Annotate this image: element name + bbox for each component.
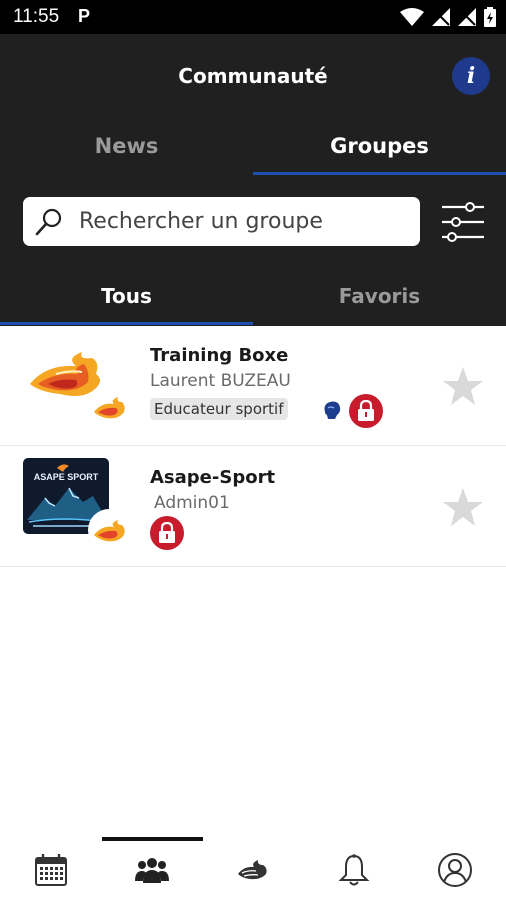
nav-notifications[interactable] [303,850,404,890]
status-bar: 11:55 P [0,0,506,34]
subtab-tous[interactable]: Tous [0,284,253,308]
search-input[interactable] [79,197,409,246]
favorite-star-icon[interactable] [442,487,484,527]
tab-active-indicator [253,172,506,175]
groups-icon [134,858,169,883]
group-row-asape-sport[interactable]: ASAPE SPORT Asape-Sport Admin01 [0,447,506,567]
group-name: Training Boxe [150,345,289,366]
filter-sliders-icon[interactable] [440,199,486,245]
tab-groupes[interactable]: Groupes [253,134,506,158]
wifi-icon [400,8,424,26]
subtab-active-indicator [0,322,253,325]
battery-icon [484,7,496,27]
profile-icon [437,853,472,887]
brand-flame-icon [94,520,125,542]
nav-profile[interactable] [404,850,505,890]
brand-flame-icon [94,397,125,419]
nav-active-indicator [102,837,203,841]
lock-icon [349,394,383,428]
nav-calendar[interactable] [0,850,101,890]
nav-groups[interactable] [101,850,202,890]
boxing-glove-icon [324,401,341,419]
brand-logo-icon [237,860,267,880]
calendar-icon [34,854,67,886]
group-row-training-boxe[interactable]: Training Boxe Laurent BUZEAU Educateur s… [0,326,506,446]
search-box[interactable] [23,197,420,246]
favorite-star-icon[interactable] [442,366,484,406]
info-button[interactable]: i [452,57,490,95]
tab-news[interactable]: News [0,134,253,158]
notification-icon: P [78,6,91,26]
role-tag: Educateur sportif [150,398,288,420]
nav-home[interactable] [202,850,303,890]
signal-off-icon-2 [458,8,476,26]
signal-off-icon [432,8,450,26]
avatar-title: ASAPE SPORT [33,472,99,482]
status-icons [400,7,496,27]
group-name: Asape-Sport [150,467,276,488]
group-owner: Admin01 [154,493,230,513]
lock-icon [150,516,184,550]
bell-icon [338,854,369,886]
brand-badge [88,509,130,551]
subtab-favoris[interactable]: Favoris [253,284,506,308]
group-owner: Laurent BUZEAU [150,371,291,391]
search-icon [35,208,62,236]
status-time: 11:55 [13,6,60,27]
page-title: Communauté [178,64,328,88]
